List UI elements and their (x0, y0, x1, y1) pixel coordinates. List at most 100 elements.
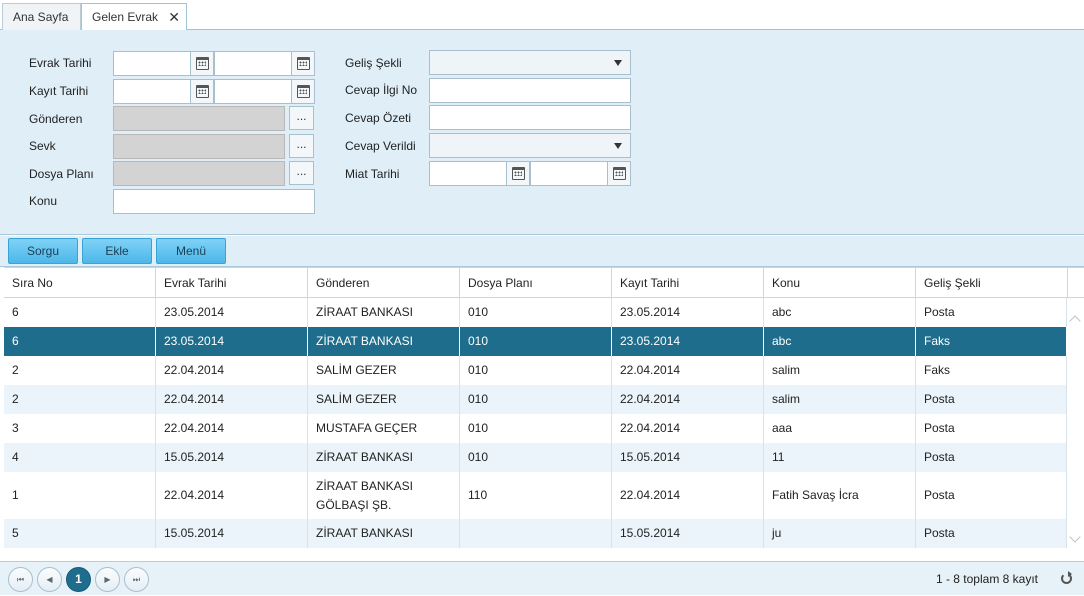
cell-konu: Fatih Savaş İcra (764, 472, 916, 519)
prev-page-icon: ◀ (46, 575, 53, 584)
cell-kayit-tarihi: 23.05.2014 (612, 298, 764, 327)
chevron-down-icon (614, 143, 622, 149)
current-page-number: 1 (75, 572, 82, 586)
sorgu-button[interactable]: Sorgu (8, 238, 78, 264)
cell-evrak-tarihi: 22.04.2014 (156, 356, 308, 385)
record-count: 1 - 8 toplam 8 kayıt (935, 572, 1038, 586)
table-row[interactable]: 2 22.04.2014 SALİM GEZER 010 22.04.2014 … (4, 385, 1067, 414)
cell-gelis-sekli: Posta (916, 298, 1067, 327)
column-header-dosya-plani[interactable]: Dosya Planı (460, 268, 612, 298)
evrak-tarihi-label: Evrak Tarihi (29, 56, 92, 70)
cell-sira-no: 2 (4, 356, 156, 385)
cell-gonderen: MUSTAFA GEÇER (308, 414, 460, 443)
cell-gelis-sekli: Posta (916, 519, 1067, 548)
table-row[interactable]: 3 22.04.2014 MUSTAFA GEÇER 010 22.04.201… (4, 414, 1067, 443)
table-row[interactable]: 1 22.04.2014 ZİRAAT BANKASI GÖLBAŞI ŞB. … (4, 472, 1067, 519)
calendar-icon[interactable] (291, 79, 315, 104)
gelis-sekli-select[interactable] (429, 50, 631, 75)
miat-tarihi-end-input[interactable] (530, 161, 608, 186)
calendar-icon[interactable] (291, 51, 315, 76)
ekle-button[interactable]: Ekle (82, 238, 152, 264)
cell-konu: ju (764, 519, 916, 548)
prev-page-button[interactable]: ◀ (37, 567, 62, 592)
gonderen-label: Gönderen (29, 112, 83, 126)
dosya-plani-browse-button[interactable]: ... (289, 161, 314, 185)
cell-kayit-tarihi: 22.04.2014 (612, 414, 764, 443)
cell-evrak-tarihi: 15.05.2014 (156, 443, 308, 472)
column-header-evrak-tarihi[interactable]: Evrak Tarihi (156, 268, 308, 298)
column-header-konu[interactable]: Konu (764, 268, 916, 298)
chevron-down-icon[interactable] (1069, 531, 1081, 543)
chevron-up-icon[interactable] (1069, 315, 1081, 327)
table-row[interactable]: 6 23.05.2014 ZİRAAT BANKASI 010 23.05.20… (4, 298, 1067, 327)
column-header-kayit-tarihi[interactable]: Kayıt Tarihi (612, 268, 764, 298)
cevap-verildi-label: Cevap Verildi (345, 139, 416, 153)
cell-sira-no: 5 (4, 519, 156, 548)
cell-gonderen: SALİM GEZER (308, 356, 460, 385)
cell-gelis-sekli: Faks (916, 356, 1067, 385)
first-page-icon: ⏮ (16, 575, 25, 584)
next-page-button[interactable]: ▶ (95, 567, 120, 592)
kayit-tarihi-label: Kayıt Tarihi (29, 84, 89, 98)
cell-gelis-sekli: Posta (916, 385, 1067, 414)
sevk-browse-button[interactable]: ... (289, 134, 314, 158)
dosya-plani-label: Dosya Planı (29, 167, 94, 181)
refresh-icon[interactable] (1061, 571, 1072, 584)
table-row[interactable]: 4 15.05.2014 ZİRAAT BANKASI 010 15.05.20… (4, 443, 1067, 472)
cell-sira-no: 6 (4, 298, 156, 327)
cell-konu: salim (764, 385, 916, 414)
column-header-sira-no[interactable]: Sıra No (4, 268, 156, 298)
cell-evrak-tarihi: 23.05.2014 (156, 327, 308, 356)
evrak-tarihi-end-input[interactable] (214, 51, 292, 76)
tab-ana-sayfa[interactable]: Ana Sayfa (2, 3, 81, 30)
last-page-button[interactable]: ⏭ (124, 567, 149, 592)
table-row[interactable]: 5 15.05.2014 ZİRAAT BANKASI 15.05.2014 j… (4, 519, 1067, 548)
cevap-verildi-select[interactable] (429, 133, 631, 158)
pagination-bar: ⏮ ◀ 1 ▶ ⏭ 1 - 8 toplam 8 kayıt (0, 561, 1084, 595)
cell-gelis-sekli: Posta (916, 414, 1067, 443)
evrak-tarihi-start-input[interactable] (113, 51, 191, 76)
gelis-sekli-label: Geliş Şekli (345, 56, 402, 70)
konu-input[interactable] (113, 189, 315, 214)
cell-gonderen: ZİRAAT BANKASI (308, 519, 460, 548)
cell-evrak-tarihi: 22.04.2014 (156, 385, 308, 414)
cell-dosya-plani: 010 (460, 385, 612, 414)
calendar-icon[interactable] (190, 51, 214, 76)
first-page-button[interactable]: ⏮ (8, 567, 33, 592)
table-row-selected[interactable]: 6 23.05.2014 ZİRAAT BANKASI 010 23.05.20… (4, 327, 1067, 356)
cell-sira-no: 2 (4, 385, 156, 414)
konu-label: Konu (29, 194, 58, 208)
calendar-icon[interactable] (190, 79, 214, 104)
cell-sira-no: 6 (4, 327, 156, 356)
kayit-tarihi-end-input[interactable] (214, 79, 292, 104)
last-page-icon: ⏭ (132, 575, 141, 584)
cevap-ozeti-input[interactable] (429, 105, 631, 130)
miat-tarihi-start-input[interactable] (429, 161, 507, 186)
table-row[interactable]: 2 22.04.2014 SALİM GEZER 010 22.04.2014 … (4, 356, 1067, 385)
cell-gonderen: ZİRAAT BANKASI (308, 443, 460, 472)
search-form: Evrak Tarihi Kayıt Tarihi Gönderen ... S… (0, 30, 1084, 235)
current-page-button[interactable]: 1 (66, 567, 91, 592)
cell-gonderen: ZİRAAT BANKASI GÖLBAŞI ŞB. (308, 472, 460, 519)
calendar-icon[interactable] (506, 161, 530, 186)
cevap-ilgi-no-input[interactable] (429, 78, 631, 103)
vertical-scrollbar[interactable] (1068, 298, 1084, 560)
miat-tarihi-label: Miat Tarihi (345, 167, 400, 181)
cell-kayit-tarihi: 22.04.2014 (612, 472, 764, 519)
calendar-icon[interactable] (607, 161, 631, 186)
menu-button[interactable]: Menü (156, 238, 226, 264)
gonderen-browse-button[interactable]: ... (289, 106, 314, 130)
cell-dosya-plani: 110 (460, 472, 612, 519)
column-header-gelis-sekli[interactable]: Geliş Şekli (916, 268, 1068, 298)
cell-sira-no: 4 (4, 443, 156, 472)
cell-gonderen: SALİM GEZER (308, 385, 460, 414)
close-icon[interactable]: ✕ (168, 4, 180, 30)
cell-evrak-tarihi: 22.04.2014 (156, 414, 308, 443)
sevk-label: Sevk (29, 139, 56, 153)
cell-konu: abc (764, 327, 916, 356)
kayit-tarihi-start-input[interactable] (113, 79, 191, 104)
cell-kayit-tarihi: 23.05.2014 (612, 327, 764, 356)
cell-kayit-tarihi: 15.05.2014 (612, 519, 764, 548)
tab-gelen-evrak[interactable]: Gelen Evrak ✕ (81, 3, 187, 31)
column-header-gonderen[interactable]: Gönderen (308, 268, 460, 298)
